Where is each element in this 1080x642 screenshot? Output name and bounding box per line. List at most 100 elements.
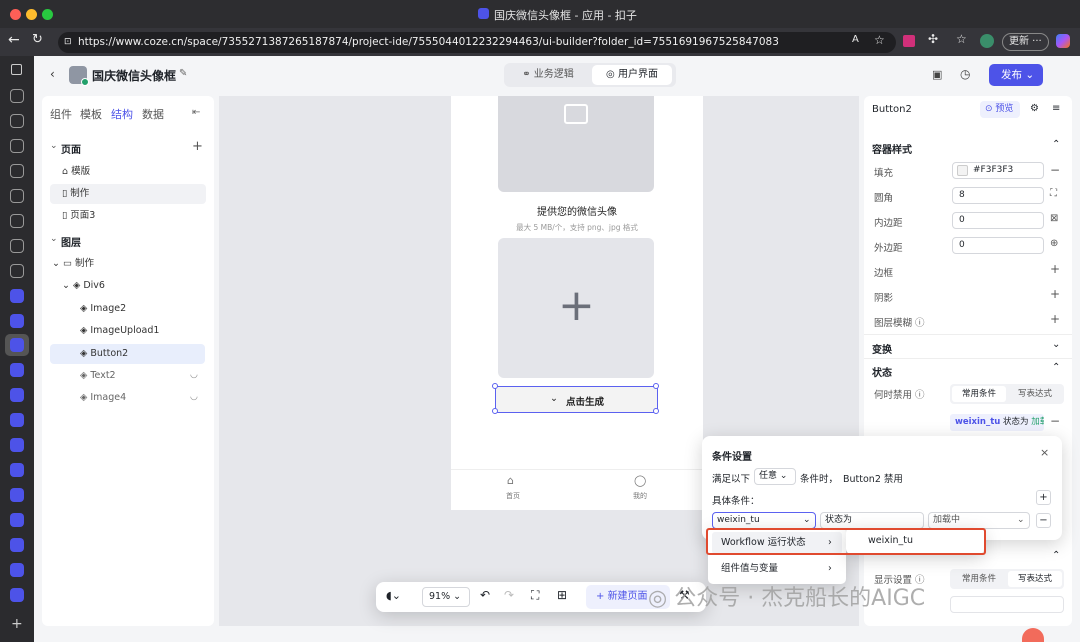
history-tab-icon[interactable] (10, 139, 24, 153)
maximize-window-button[interactable] (42, 9, 53, 20)
preview-button[interactable]: ⊙ 预览 (980, 101, 1020, 118)
back-chevron-icon[interactable]: ‹ (50, 67, 55, 81)
fill-input[interactable]: #F3F3F3 (952, 162, 1044, 179)
coze-tab-icon[interactable] (10, 338, 24, 352)
coze-tab-icon[interactable] (10, 588, 24, 602)
puzzle-icon[interactable]: ✣ (928, 32, 938, 46)
copilot-icon[interactable] (1056, 34, 1070, 48)
condition-operator-select[interactable]: 状态为 (820, 512, 924, 529)
layer-item[interactable]: ◈ ImageUpload1 (50, 321, 206, 341)
add-blur-icon[interactable]: + (1050, 312, 1060, 326)
dropdown-item-components[interactable]: 组件值与变量 › (712, 558, 842, 580)
margin-expand-icon[interactable]: ⊕ (1050, 238, 1058, 249)
read-aloud-icon[interactable]: A (852, 34, 859, 45)
page-item-template[interactable]: ⌂ 模版 (50, 162, 206, 182)
coze-tab-icon[interactable] (10, 363, 24, 377)
favorite-star-icon[interactable]: ☆ (874, 33, 885, 47)
history-tab-icon[interactable] (10, 189, 24, 203)
tab-user-interface[interactable]: ◎ 用户界面 (592, 65, 672, 85)
generate-button[interactable]: ⌄ 点击生成 (495, 386, 658, 413)
back-arrow-icon[interactable]: ← (8, 32, 20, 48)
history-icon[interactable]: ◷ (960, 67, 970, 81)
layer-div[interactable]: ⌄ ◈ Div6 (50, 276, 206, 296)
add-shadow-icon[interactable]: + (1050, 287, 1060, 301)
padding-expand-icon[interactable]: ⊠ (1050, 213, 1058, 224)
page-item-make[interactable]: ▯ 制作 (50, 184, 206, 204)
home-nav-icon[interactable]: ⌂ (507, 474, 514, 487)
condition-variable-select[interactable]: weixin_tu ⌄ (712, 512, 816, 529)
coze-tab-icon[interactable] (10, 563, 24, 577)
grid-icon[interactable]: ⊞ (557, 588, 567, 602)
close-icon[interactable]: × (1040, 446, 1049, 459)
common-condition-tab[interactable]: 常用条件 (952, 386, 1006, 402)
publish-button[interactable]: 发布 ⌄ (989, 64, 1043, 86)
margin-input[interactable]: 0 (952, 237, 1044, 254)
resize-handle[interactable] (492, 383, 498, 389)
hidden-eye-icon[interactable]: ◡ (190, 370, 198, 380)
coze-tab-icon[interactable] (10, 314, 24, 328)
layer-item[interactable]: ◈ Image2 (50, 299, 206, 319)
remove-condition-row-icon[interactable]: − (1036, 513, 1051, 528)
remove-fill-icon[interactable]: − (1050, 163, 1060, 177)
preview-window-icon[interactable]: ▣ (932, 68, 942, 81)
layer-item-selected[interactable]: ◈ Button2 (50, 344, 205, 364)
history-tab-icon[interactable] (10, 214, 24, 228)
coze-tab-icon[interactable] (10, 388, 24, 402)
settings-gear-icon[interactable]: ⚙ (1030, 103, 1039, 114)
update-button[interactable]: 更新 ··· (1002, 33, 1049, 51)
reload-icon[interactable]: ↻ (32, 32, 43, 47)
zoom-select[interactable]: 91% ⌄ (422, 587, 470, 607)
profile-avatar[interactable] (980, 34, 994, 48)
tab-data[interactable]: 数据 (142, 106, 164, 122)
image-placeholder[interactable] (498, 96, 654, 192)
layer-item[interactable]: ◈ Text2 (50, 366, 206, 386)
image-upload-area[interactable]: + (498, 238, 654, 378)
corner-expand-icon[interactable]: ⛶ (1050, 188, 1057, 199)
address-bar[interactable]: ⊡ https://www.coze.cn/space/735527138726… (58, 32, 896, 53)
chevron-up-icon[interactable]: ⌃ (1052, 139, 1060, 150)
hidden-eye-icon[interactable]: ◡ (190, 392, 198, 402)
add-page-icon[interactable]: + (192, 139, 203, 154)
collapse-panel-icon[interactable]: ⇤ (192, 107, 200, 118)
history-tab-icon[interactable] (10, 114, 24, 128)
coze-tab-icon[interactable] (10, 488, 24, 502)
tab-business-logic[interactable]: ⚭ 业务逻辑 (508, 65, 588, 85)
coze-tab-icon[interactable] (10, 413, 24, 427)
remove-condition-icon[interactable]: − (1050, 414, 1060, 428)
condition-value-select[interactable]: 加载中 ⌄ (928, 512, 1030, 529)
display-common-tab[interactable]: 常用条件 (952, 571, 1006, 587)
fit-screen-icon[interactable]: ⛶ (531, 588, 539, 603)
page-item-page3[interactable]: ▯ 页面3 (50, 206, 206, 226)
coze-tab-icon[interactable] (10, 289, 24, 303)
tab-structure[interactable]: 结构 (111, 106, 133, 122)
resize-handle[interactable] (492, 408, 498, 414)
radius-input[interactable]: 8 (952, 187, 1044, 204)
chevron-up-icon[interactable]: ⌃ (1052, 362, 1060, 373)
resize-handle[interactable] (653, 383, 659, 389)
chevron-down-icon[interactable]: ⌄ (1052, 339, 1060, 350)
coze-tab-icon[interactable] (10, 438, 24, 452)
tab-panel-icon[interactable] (11, 64, 22, 75)
layer-item[interactable]: ◈ Image4 (50, 388, 206, 408)
history-tab-icon[interactable] (10, 264, 24, 278)
history-tab-icon[interactable] (10, 239, 24, 253)
add-border-icon[interactable]: + (1050, 262, 1060, 276)
padding-input[interactable]: 0 (952, 212, 1044, 229)
undo-icon[interactable]: ↶ (480, 588, 490, 602)
user-nav-icon[interactable]: ◯ (634, 474, 646, 487)
history-tab-icon[interactable] (10, 89, 24, 103)
new-tab-plus-icon[interactable]: + (11, 616, 23, 632)
coze-tab-icon[interactable] (10, 513, 24, 527)
redo-icon[interactable]: ↷ (504, 588, 514, 602)
condition-tag[interactable]: weixin_tu 状态为 加载 (950, 414, 1044, 431)
tab-templates[interactable]: 模板 (80, 106, 102, 122)
chevron-down-icon[interactable]: ⌄ (50, 141, 58, 151)
collections-icon[interactable]: ☆ (956, 32, 967, 46)
extension-icon[interactable] (903, 35, 915, 47)
chevron-down-icon[interactable]: ⌄ (50, 234, 58, 244)
chevron-up-icon[interactable]: ⌃ (1052, 550, 1060, 561)
display-expression-tab[interactable]: 写表达式 (1008, 571, 1062, 587)
add-condition-icon[interactable]: + (1036, 490, 1051, 505)
match-any-select[interactable]: 任意 ⌄ (754, 468, 796, 485)
coze-tab-icon[interactable] (10, 463, 24, 477)
